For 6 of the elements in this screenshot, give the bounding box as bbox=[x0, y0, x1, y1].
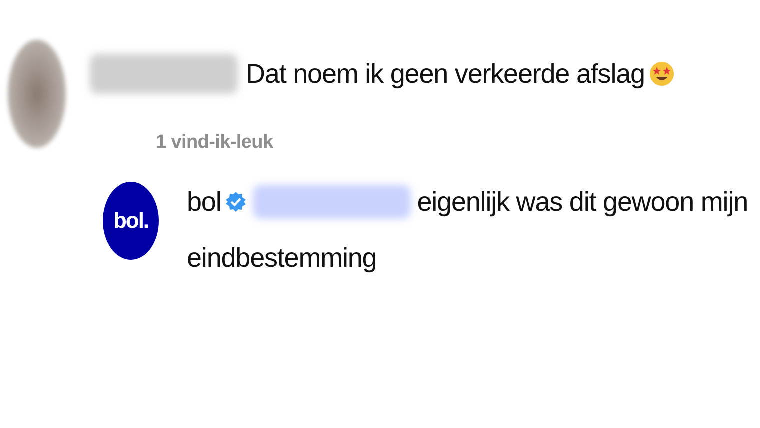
reply-text: eindbestemming bbox=[187, 243, 377, 273]
brand-logo: bol. bbox=[103, 182, 159, 260]
reply-text: eigenlijk was dit gewoon mijn bbox=[417, 187, 748, 217]
comment-text: Dat noem ik geen verkeerde afslag bbox=[246, 58, 645, 90]
star-eyes-emoji-icon bbox=[648, 61, 675, 87]
author-name[interactable]: bol bbox=[187, 187, 222, 217]
